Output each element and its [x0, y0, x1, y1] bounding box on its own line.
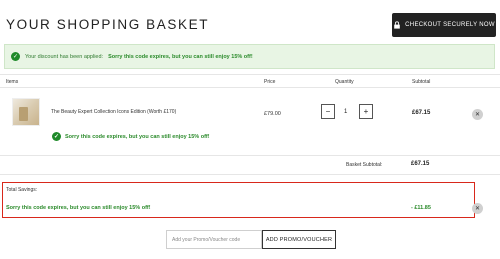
page-title: YOUR SHOPPING BASKET: [6, 17, 210, 32]
remove-discount-button[interactable]: ✕: [472, 203, 483, 214]
discount-message: Sorry this code expires, but you can sti…: [108, 53, 253, 60]
total-savings-label: Total Savings:: [6, 187, 38, 193]
quantity-decrease-button[interactable]: −: [321, 104, 335, 119]
promo-code-input[interactable]: [166, 230, 262, 249]
table-header: Items Price Quantity Subtotal: [0, 74, 500, 88]
checkout-button-label: CHECKOUT SECURELY NOW: [405, 22, 495, 28]
add-promo-button[interactable]: ADD PROMO/VOUCHER: [262, 230, 336, 249]
discount-applied-text: Your discount has been applied:: [25, 53, 104, 60]
lock-icon: [394, 21, 400, 29]
divider: [0, 174, 500, 175]
divider: [0, 155, 500, 156]
item-discount-message: ✓ Sorry this code expires, but you can s…: [52, 132, 210, 141]
basket-subtotal-label: Basket Subtotal:: [346, 162, 383, 168]
checkout-button[interactable]: CHECKOUT SECURELY NOW: [392, 13, 496, 37]
column-header-quantity: Quantity: [335, 79, 354, 85]
column-header-items: Items: [6, 79, 19, 85]
column-header-subtotal: Subtotal: [412, 79, 431, 85]
quantity-increase-button[interactable]: +: [359, 104, 373, 119]
check-circle-icon: ✓: [11, 52, 20, 61]
quantity-value: 1: [344, 109, 348, 115]
discount-notice: ✓ Your discount has been applied: Sorry …: [4, 44, 495, 69]
savings-message: Sorry this code expires, but you can sti…: [6, 205, 151, 211]
remove-item-button[interactable]: ✕: [472, 109, 483, 120]
basket-subtotal-value: £67.15: [411, 161, 430, 167]
close-icon: ✕: [474, 205, 481, 212]
close-icon: ✕: [474, 111, 481, 118]
product-image[interactable]: [12, 98, 40, 126]
check-circle-icon: ✓: [52, 132, 61, 141]
product-price: £79.00: [264, 111, 281, 117]
savings-highlight-box: [2, 182, 475, 218]
item-discount-text: Sorry this code expires, but you can sti…: [65, 133, 210, 140]
product-name[interactable]: The Beauty Expert Collection Icons Editi…: [51, 109, 176, 115]
item-subtotal: £67.15: [412, 110, 431, 116]
savings-value: - £11.85: [411, 205, 431, 211]
column-header-price: Price: [264, 79, 276, 85]
